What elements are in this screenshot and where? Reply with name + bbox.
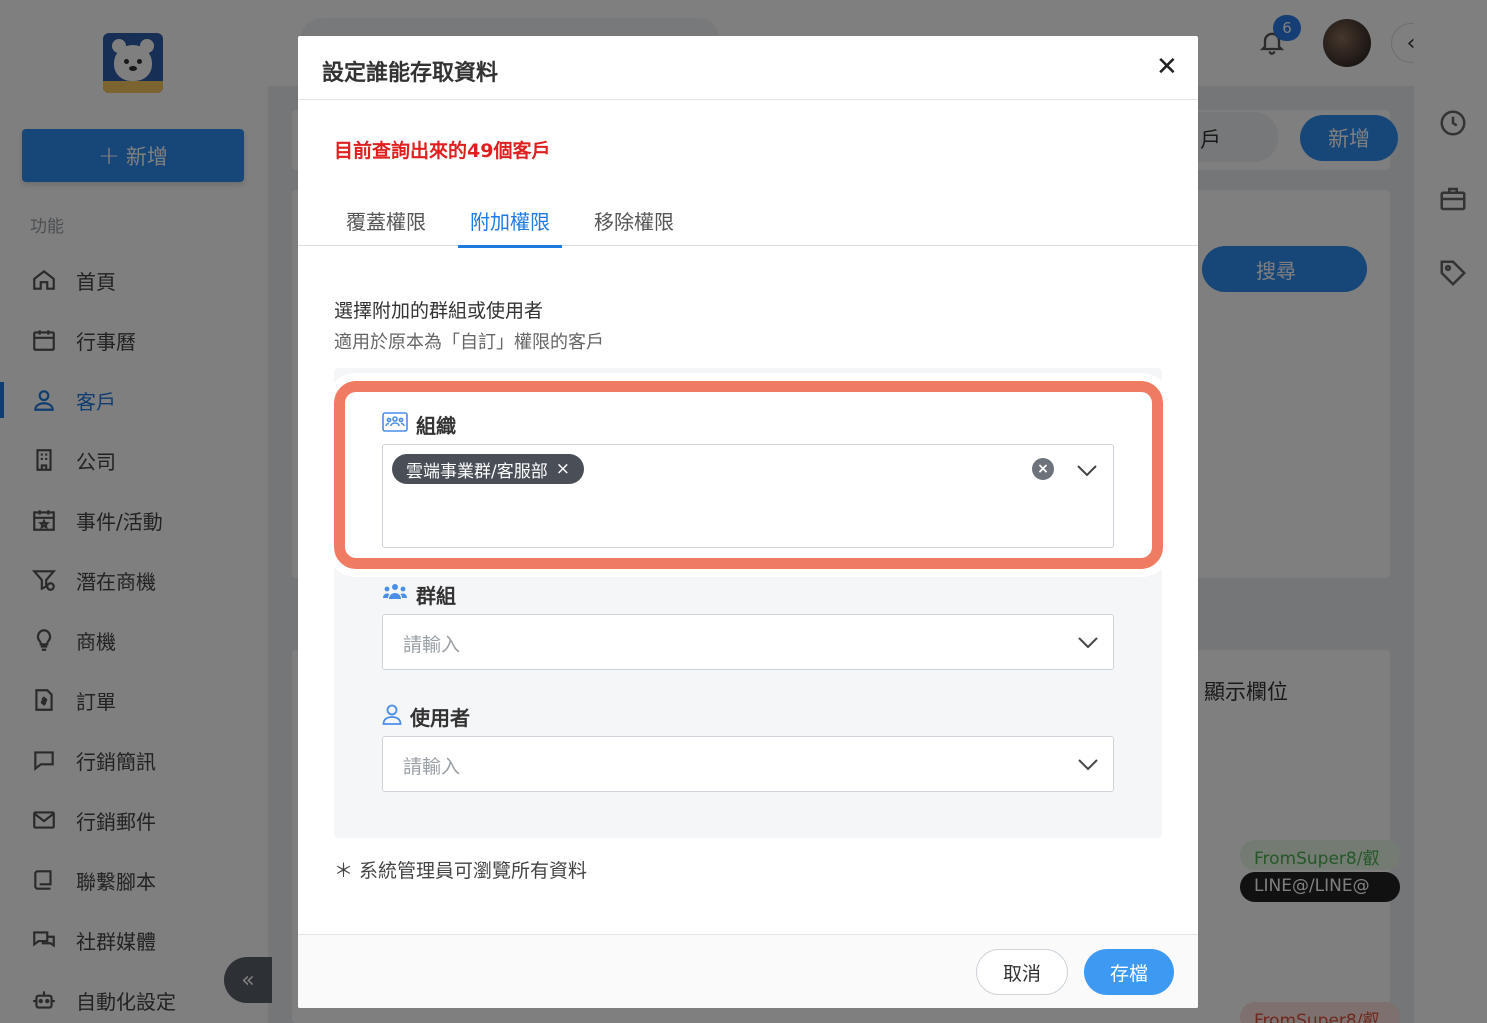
clear-icon[interactable]: × [1032,458,1054,480]
query-result-note: 目前查詢出來的49個客戶 [334,140,551,162]
user-icon [382,703,402,730]
section-subtitle: 適用於原本為「自訂」權限的客戶 [334,332,604,353]
access-settings-modal: 設定誰能存取資料 ✕ 目前查詢出來的49個客戶 覆蓋權限 附加權限 移除權限 選… [298,36,1198,1008]
org-label: 組織 [382,410,456,439]
chevron-down-icon[interactable] [1076,463,1098,477]
org-icon [382,411,408,438]
chevron-down-icon[interactable] [1077,635,1099,649]
group-icon [382,581,408,608]
group-label: 群組 [382,580,456,609]
modal-header: 設定誰能存取資料 ✕ [298,36,1198,100]
group-placeholder: 請輸入 [403,634,461,656]
tag-remove-icon[interactable]: × [556,459,570,479]
group-select[interactable]: 請輸入 [382,614,1114,670]
section-title: 選擇附加的群組或使用者 [334,300,544,322]
user-label: 使用者 [382,702,470,731]
close-icon[interactable]: ✕ [1156,53,1178,81]
modal-footer: 取消 存檔 [298,934,1198,1008]
tab-remove[interactable]: 移除權限 [594,206,674,245]
permission-tabs: 覆蓋權限 附加權限 移除權限 [298,200,1198,248]
cancel-button[interactable]: 取消 [976,949,1068,995]
group-label-text: 群組 [416,584,456,608]
user-placeholder: 請輸入 [403,756,461,778]
save-button[interactable]: 存檔 [1084,949,1174,995]
org-label-text: 組織 [416,414,456,438]
tab-append[interactable]: 附加權限 [458,206,562,248]
user-select[interactable]: 請輸入 [382,736,1114,792]
selected-org-tag-label: 雲端事業群/客服部 [406,461,548,482]
selected-org-tag: 雲端事業群/客服部 × [392,454,584,484]
tab-override[interactable]: 覆蓋權限 [346,206,426,245]
user-label-text: 使用者 [410,706,470,730]
modal-title: 設定誰能存取資料 [322,61,499,86]
admin-footnote: ＊ 系統管理員可瀏覽所有資料 [334,860,588,882]
chevron-down-icon[interactable] [1077,757,1099,771]
